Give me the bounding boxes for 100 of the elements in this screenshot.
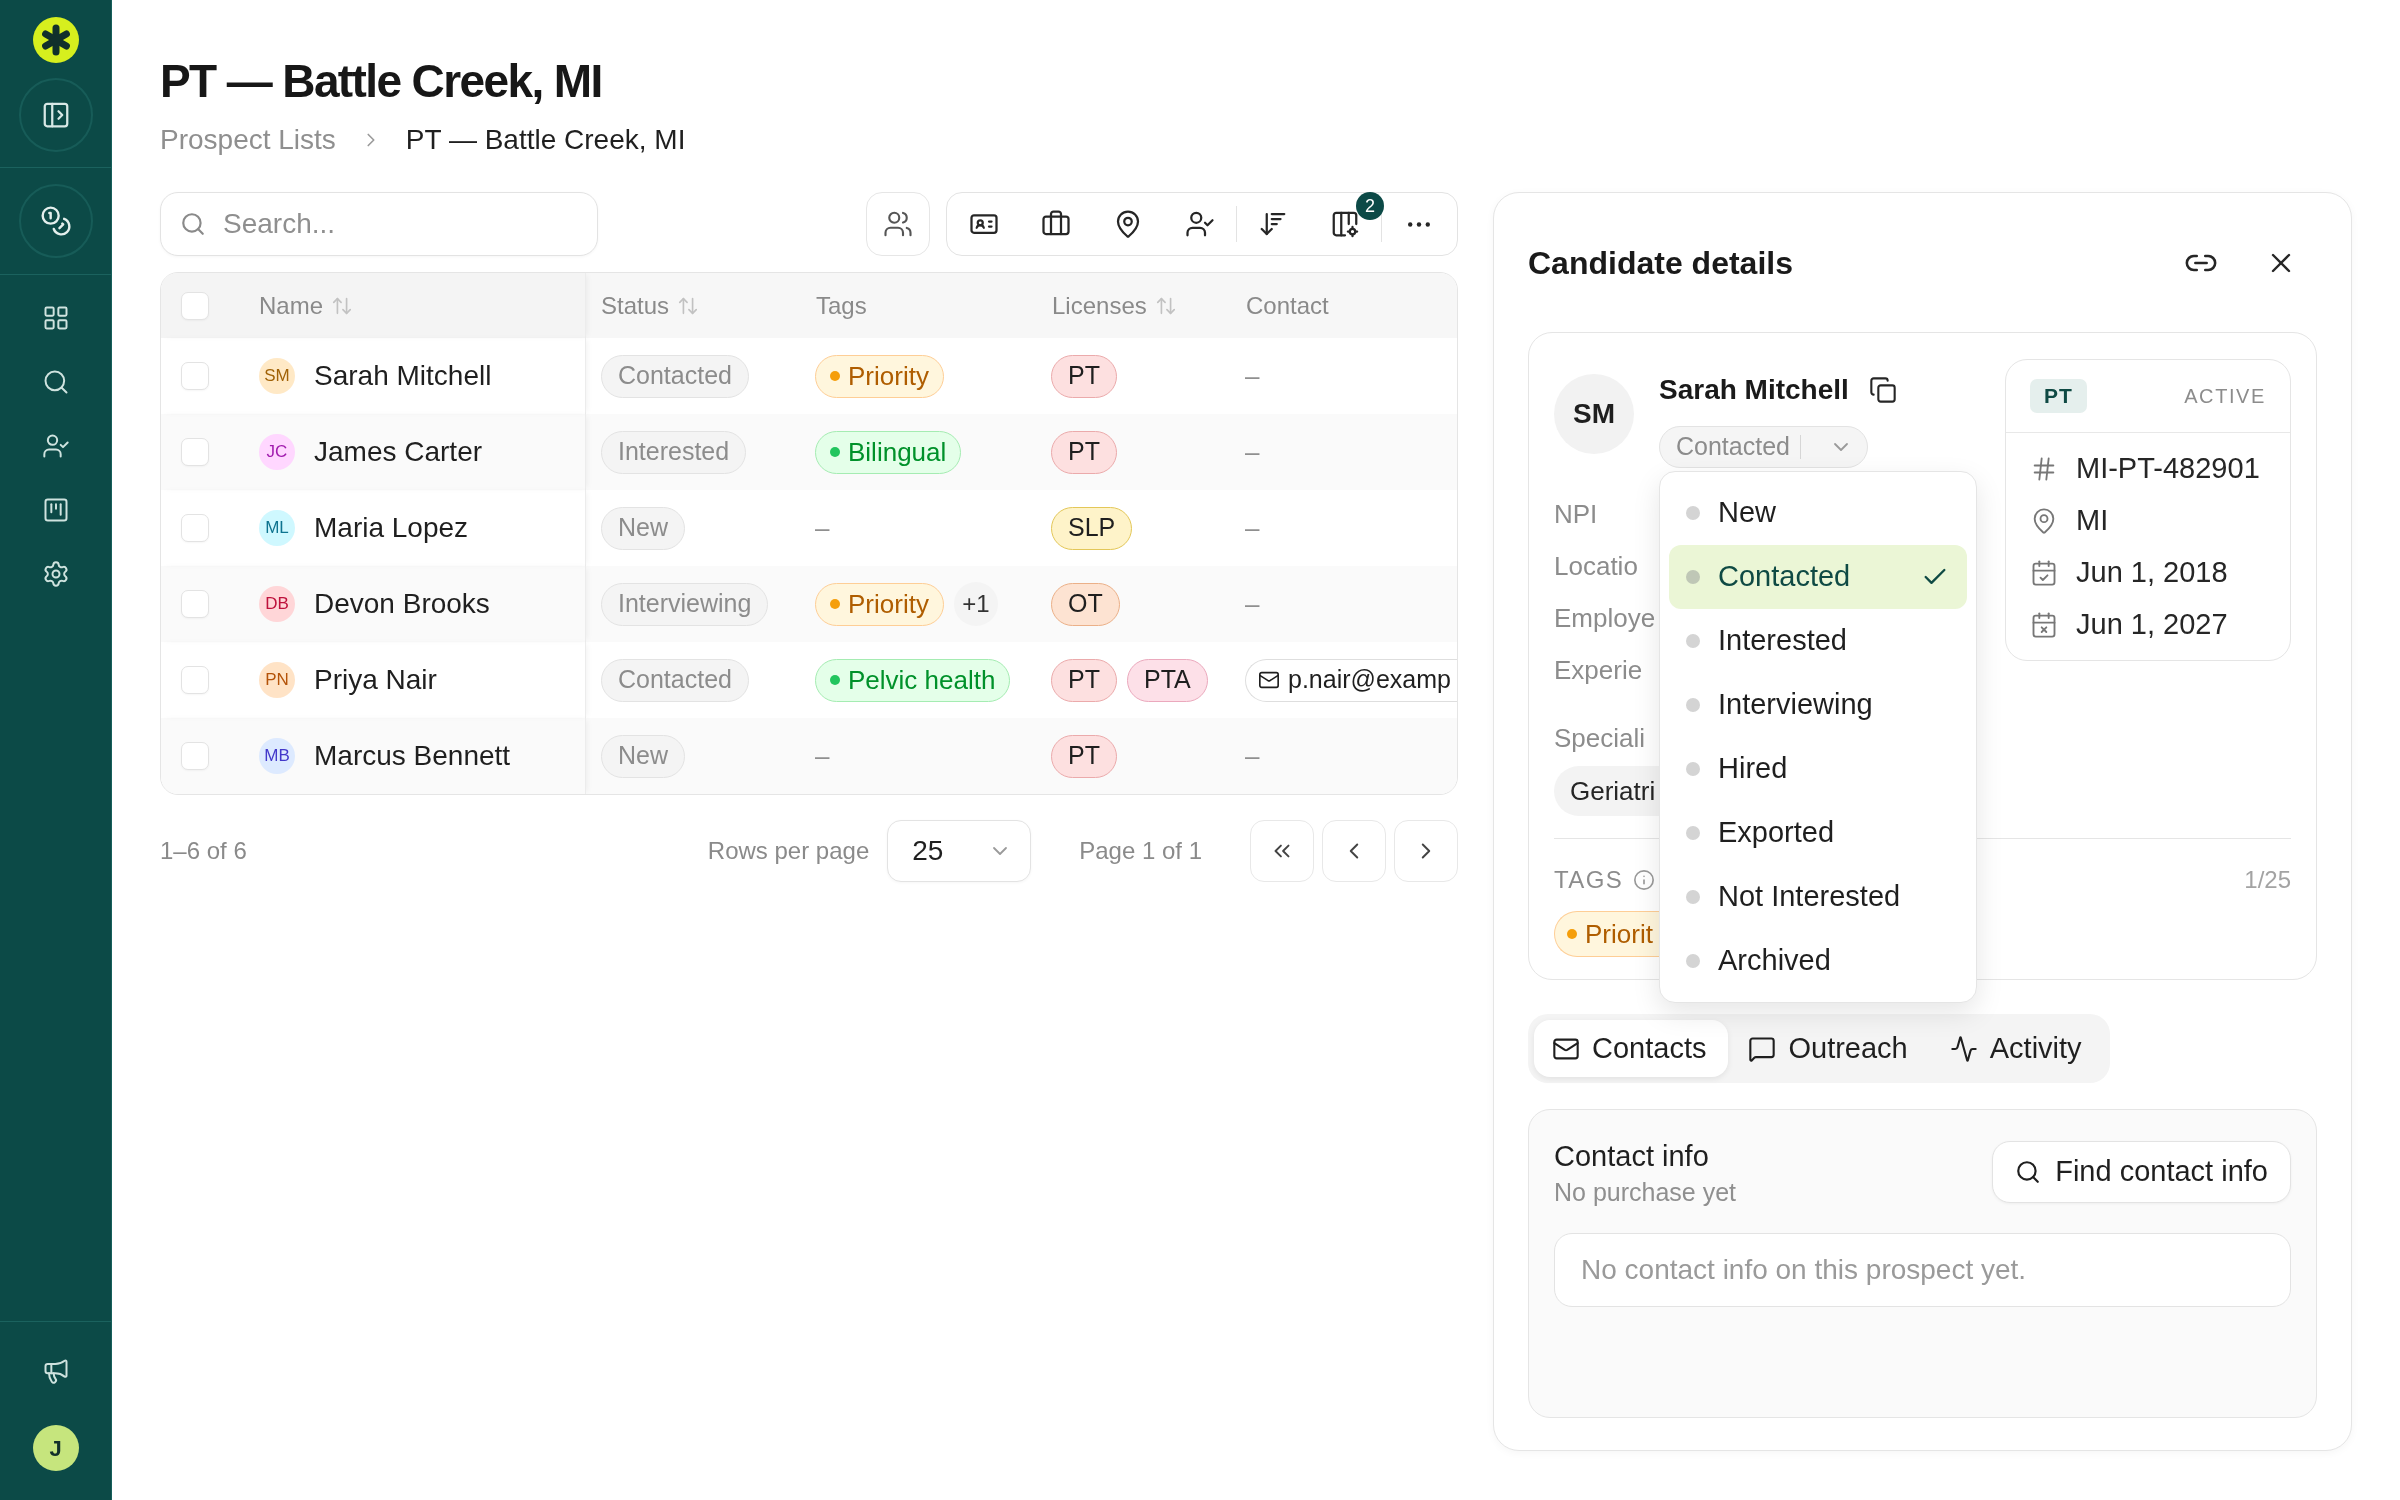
status-option[interactable]: New [1669, 481, 1967, 545]
more-icon [1408, 221, 1430, 227]
tag-chip: Priority [815, 582, 944, 626]
status-pill: Contacted [601, 658, 749, 702]
status-pill: Contacted [601, 354, 749, 398]
initials-avatar: PN [259, 662, 295, 698]
initials-avatar: SM [259, 358, 295, 394]
initials-avatar: DB [259, 586, 295, 622]
search-icon [180, 211, 206, 237]
license-badge: PT [1051, 430, 1117, 474]
select-all-checkbox[interactable] [181, 291, 209, 320]
status-option[interactable]: Interested [1669, 609, 1967, 673]
row-checkbox[interactable] [181, 590, 209, 618]
field-label: Locatio [1554, 549, 1638, 583]
speech-bubble-icon [1748, 1034, 1777, 1063]
status-option[interactable]: Archived [1669, 929, 1967, 993]
prospect-name: Marcus Bennett [314, 739, 511, 773]
tags-count: 1/25 [2244, 865, 2291, 895]
row-checkbox[interactable] [181, 438, 209, 466]
license-badge: PT [1051, 658, 1117, 702]
row-checkbox[interactable] [181, 666, 209, 694]
empty-state-message: No contact info on this prospect yet. [1554, 1233, 2291, 1307]
row-checkbox[interactable] [181, 362, 209, 390]
panel-title: Candidate details [1528, 244, 1793, 283]
tags-label: TAGS [1554, 865, 1624, 895]
coins-button[interactable] [18, 184, 93, 258]
columns-gear-icon [1330, 209, 1360, 239]
license-badge: PT [1051, 734, 1117, 778]
prospect-name: Sarah Mitchell [314, 359, 492, 393]
license-detail: MI-PT-482901 [2076, 451, 2260, 487]
page-indicator: Page 1 of 1 [1079, 836, 1202, 866]
section-title: Contact info [1554, 1141, 1710, 1171]
user-avatar[interactable]: J [32, 1425, 79, 1471]
empty-value: – [1245, 587, 1260, 621]
status-pill: New [601, 506, 685, 550]
license-state: ACTIVE [2184, 384, 2266, 409]
prospect-name: Priya Nair [314, 663, 437, 697]
tab[interactable]: Contacts [1534, 1020, 1729, 1077]
columns-count-badge: 2 [1356, 192, 1384, 220]
tab[interactable]: Outreach [1730, 1020, 1930, 1077]
empty-value: – [1245, 511, 1260, 545]
status-option[interactable]: Exported [1669, 801, 1967, 865]
copy-icon [1868, 376, 1897, 404]
empty-value: – [1245, 359, 1260, 393]
find-contact-info-button[interactable]: Find contact info [1992, 1141, 2291, 1203]
status-pill: Interested [601, 430, 747, 474]
search-icon [2015, 1159, 2042, 1185]
mail-icon [1258, 669, 1280, 691]
user-check-icon [41, 432, 70, 460]
column-header: Contact [1246, 290, 1329, 321]
specialty-chip: Geriatri [1554, 766, 1659, 816]
status-pill: Interviewing [601, 582, 769, 626]
status-option[interactable]: Interviewing [1669, 673, 1967, 737]
sidebar-toggle-button[interactable] [18, 78, 93, 152]
empty-value: – [1245, 435, 1260, 469]
email-chip[interactable]: p.nair@examp [1245, 658, 1457, 702]
coins-icon [39, 205, 72, 237]
license-detail: Jun 1, 2027 [2076, 607, 2228, 643]
settings-icon [41, 560, 70, 588]
calendar-x-icon [2030, 611, 2058, 639]
people-button[interactable] [866, 192, 930, 256]
calendar-check-icon [2030, 559, 2058, 587]
candidate-avatar: SM [1554, 374, 1634, 454]
search-field[interactable]: Search... [160, 192, 598, 256]
license-badge: OT [1051, 582, 1120, 626]
grid-icon [41, 304, 70, 332]
info-icon [1633, 869, 1656, 891]
license-detail: MI [2076, 503, 2109, 539]
field-label: Experie [1554, 653, 1643, 687]
initials-avatar: JC [259, 434, 295, 470]
initials-avatar: ML [259, 510, 295, 546]
status-option[interactable]: Contacted [1669, 545, 1967, 609]
tag-chip: Pelvic health [815, 658, 1011, 702]
license-detail: Jun 1, 2018 [2076, 555, 2228, 591]
license-type-badge: PT [2030, 379, 2087, 413]
field-label: Speciali [1554, 721, 1646, 755]
field-label: NPI [1554, 497, 1598, 531]
row-checkbox[interactable] [181, 514, 209, 542]
tag-chip: Priority [815, 354, 944, 398]
logo-icon [32, 17, 79, 63]
rows-per-page-select[interactable]: 25 [887, 820, 1032, 882]
initials-avatar: MB [259, 738, 295, 774]
status-option[interactable]: Not Interested [1669, 865, 1967, 929]
prospect-name: Devon Brooks [314, 587, 490, 621]
pulse-icon [1949, 1034, 1978, 1063]
section-subtitle: No purchase yet [1554, 1177, 1737, 1207]
status-option[interactable]: Hired [1669, 737, 1967, 801]
candidate-name: Sarah Mitchell [1659, 373, 1849, 407]
license-badge: PTA [1126, 658, 1208, 702]
more-tags-count[interactable]: +1 [953, 582, 998, 626]
columns-button[interactable]: 2 [1309, 194, 1381, 254]
prospect-name: James Carter [314, 435, 483, 469]
status-pill: New [601, 734, 685, 778]
empty-value: – [1245, 739, 1260, 773]
users-icon [883, 209, 913, 239]
tab[interactable]: Activity [1931, 1020, 2104, 1077]
row-checkbox[interactable] [181, 742, 209, 770]
tag-chip: Bilingual [815, 430, 962, 474]
empty-value: – [815, 739, 830, 773]
breadcrumb-current: PT — Battle Creek, MI [405, 123, 686, 157]
